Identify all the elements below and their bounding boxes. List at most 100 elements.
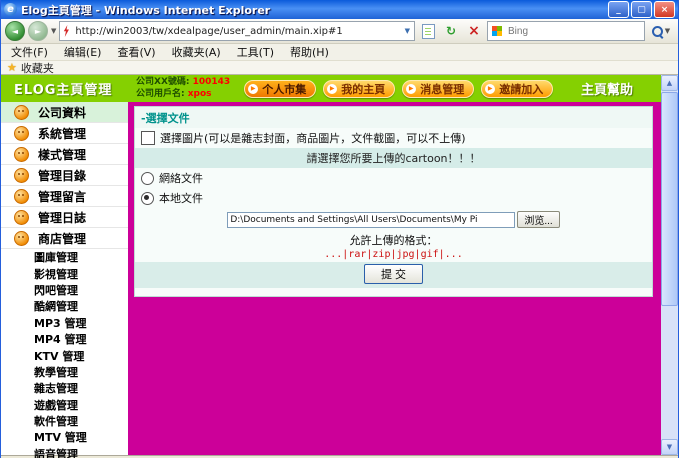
- scrollbar-track[interactable]: [661, 307, 678, 439]
- bing-logo-icon: [492, 26, 502, 36]
- body-row: 公司資料 系統管理 樣式管理 管理目錄 管理留言 管理日誌 商店管理 圖庫管理 …: [1, 102, 661, 458]
- magnifier-icon: [651, 25, 663, 37]
- search-button[interactable]: ▼: [648, 21, 674, 41]
- scrollbar-thumb[interactable]: [661, 92, 678, 306]
- sidebar-subitem-coolsite[interactable]: 酷網管理: [1, 298, 128, 314]
- upload-notice: 請選擇您所要上傳的cartoon！！！: [135, 148, 652, 168]
- page-viewport: ELOG主頁管理 公司XX號碼: 100143 公司用戶名: xpos ▶ 个人市…: [1, 75, 678, 458]
- menu-help[interactable]: 帮助(H): [290, 44, 329, 60]
- panel-bottom-spacer: [135, 288, 652, 296]
- sidebar-item-log-admin[interactable]: 管理日誌: [1, 207, 128, 228]
- sidebar-item-message-admin[interactable]: 管理留言: [1, 186, 128, 207]
- company-id-label: 公司XX號碼:: [136, 77, 190, 88]
- site-icon: [63, 25, 69, 37]
- nav-personal-market-button[interactable]: ▶ 个人市集: [244, 79, 317, 98]
- submit-button[interactable]: 提 交: [363, 264, 424, 284]
- sidebar-subitem-teaching[interactable]: 教學管理: [1, 364, 128, 380]
- menu-file[interactable]: 文件(F): [11, 44, 48, 60]
- sidebar-subitem-magazine[interactable]: 雜志管理: [1, 380, 128, 396]
- local-file-radio[interactable]: [141, 191, 154, 205]
- file-path-input[interactable]: [227, 211, 516, 228]
- back-button[interactable]: ◄: [5, 21, 25, 41]
- scroll-up-icon[interactable]: ▲: [661, 75, 678, 91]
- local-file-label: 本地文件: [159, 192, 203, 205]
- play-icon: ▶: [327, 83, 338, 94]
- stop-button[interactable]: ×: [464, 21, 484, 41]
- menu-edit[interactable]: 编辑(E): [64, 44, 102, 60]
- sidebar-item-system-admin[interactable]: 系統管理: [1, 123, 128, 144]
- history-dropdown-icon[interactable]: ▼: [51, 27, 56, 35]
- address-bar: ▼: [59, 21, 415, 41]
- orange-face-icon: [14, 125, 29, 141]
- submit-row: 提 交: [135, 262, 652, 288]
- sidebar-item-shop-admin[interactable]: 商店管理: [1, 228, 128, 249]
- search-options-icon: ▼: [664, 27, 671, 35]
- checkbox-row: 選擇圖片(可以是雜志封面，商品圖片，文件截圖，可以不上傳): [135, 128, 652, 148]
- orange-face-icon: [14, 146, 29, 162]
- search-input[interactable]: [506, 24, 640, 38]
- favorites-label[interactable]: 收藏夹: [21, 60, 54, 76]
- window-title: Elog主頁管理 - Windows Internet Explorer: [21, 3, 271, 17]
- scroll-down-icon[interactable]: ▼: [661, 439, 678, 455]
- sidebar-subitem-ktv[interactable]: KTV 管理: [1, 347, 128, 363]
- sidebar-subitem-flash[interactable]: 閃吧管理: [1, 282, 128, 298]
- vertical-scrollbar: ▲ ▼: [661, 75, 678, 455]
- play-icon: ▶: [485, 83, 496, 94]
- orange-face-icon: [14, 104, 29, 120]
- orange-face-icon: [14, 167, 29, 183]
- select-file-panel: -選擇文件 選擇圖片(可以是雜志封面，商品圖片，文件截圖，可以不上傳) 請選擇您…: [134, 106, 653, 297]
- company-user-label: 公司用戶名:: [136, 88, 185, 99]
- browse-button[interactable]: 浏览...: [517, 211, 560, 228]
- search-box: [487, 21, 645, 41]
- address-dropdown-icon[interactable]: ▼: [403, 27, 412, 35]
- sidebar-subitem-software[interactable]: 軟件管理: [1, 413, 128, 429]
- orange-face-icon: [14, 209, 29, 225]
- panel-title: -選擇文件: [135, 107, 652, 128]
- menu-bar: 文件(F) 编辑(E) 查看(V) 收藏夹(A) 工具(T) 帮助(H): [1, 44, 678, 61]
- sidebar-subitem-mp4[interactable]: MP4 管理: [1, 331, 128, 347]
- nav-message-admin-button[interactable]: ▶ 消息管理: [402, 79, 475, 98]
- forward-button[interactable]: ►: [28, 21, 48, 41]
- sidebar-item-directory-admin[interactable]: 管理目錄: [1, 165, 128, 186]
- compatibility-view-button[interactable]: [418, 21, 438, 41]
- network-file-row: 網絡文件: [135, 168, 652, 188]
- homepage-help-link[interactable]: 主頁幫助: [581, 79, 633, 98]
- network-file-label: 網絡文件: [159, 172, 203, 185]
- site-brand: ELOG主頁管理: [14, 83, 113, 98]
- sidebar-subitem-mtv[interactable]: MTV 管理: [1, 429, 128, 445]
- sidebar-item-style-admin[interactable]: 樣式管理: [1, 144, 128, 165]
- company-id-value: 100143: [192, 77, 231, 88]
- sidebar-subitem-games[interactable]: 遊戲管理: [1, 397, 128, 413]
- page-content: ELOG主頁管理 公司XX號碼: 100143 公司用戶名: xpos ▶ 个人市…: [1, 75, 661, 458]
- company-user-value: xpos: [187, 88, 212, 99]
- title-bar: e Elog主頁管理 - Windows Internet Explorer _…: [1, 0, 678, 19]
- main-area: -選擇文件 選擇圖片(可以是雜志封面，商品圖片，文件截圖，可以不上傳) 請選擇您…: [128, 102, 661, 455]
- local-file-row: 本地文件: [135, 188, 652, 208]
- network-file-radio[interactable]: [141, 171, 154, 185]
- site-header: ELOG主頁管理 公司XX號碼: 100143 公司用戶名: xpos ▶ 个人市…: [1, 75, 661, 102]
- sidebar-subitem-gallery[interactable]: 圖庫管理: [1, 249, 128, 265]
- refresh-button[interactable]: ↻: [441, 21, 461, 41]
- formats-label: 允許上傳的格式：: [349, 234, 438, 247]
- sidebar-item-company-info[interactable]: 公司資料: [1, 102, 128, 123]
- address-input[interactable]: [73, 24, 400, 38]
- ie-logo-icon: e: [4, 3, 17, 16]
- nav-invite-button[interactable]: ▶ 邀請加入: [481, 79, 554, 98]
- minimize-button[interactable]: _: [608, 1, 629, 18]
- nav-my-homepage-button[interactable]: ▶ 我的主頁: [323, 79, 396, 98]
- maximize-button[interactable]: ▢: [631, 1, 652, 18]
- sidebar-subitem-voice[interactable]: 語音管理: [1, 446, 128, 458]
- sidebar-subitem-mp3[interactable]: MP3 管理: [1, 315, 128, 331]
- sidebar: 公司資料 系統管理 樣式管理 管理目錄 管理留言 管理日誌 商店管理 圖庫管理 …: [1, 102, 128, 458]
- formats-value: ...|rar|zip|jpg|gif|...: [324, 249, 463, 260]
- favorites-bar: ★ 收藏夹: [1, 61, 678, 75]
- select-image-checkbox[interactable]: [141, 131, 155, 145]
- favorites-star-icon[interactable]: ★: [7, 62, 17, 73]
- sidebar-subitem-video[interactable]: 影視管理: [1, 265, 128, 281]
- menu-view[interactable]: 查看(V): [117, 44, 155, 60]
- close-button[interactable]: ×: [654, 1, 675, 18]
- menu-favorites[interactable]: 收藏夹(A): [172, 44, 221, 60]
- menu-tools[interactable]: 工具(T): [237, 44, 274, 60]
- page-icon: [421, 23, 435, 39]
- checkbox-label: 選擇圖片(可以是雜志封面，商品圖片，文件截圖，可以不上傳): [160, 132, 466, 145]
